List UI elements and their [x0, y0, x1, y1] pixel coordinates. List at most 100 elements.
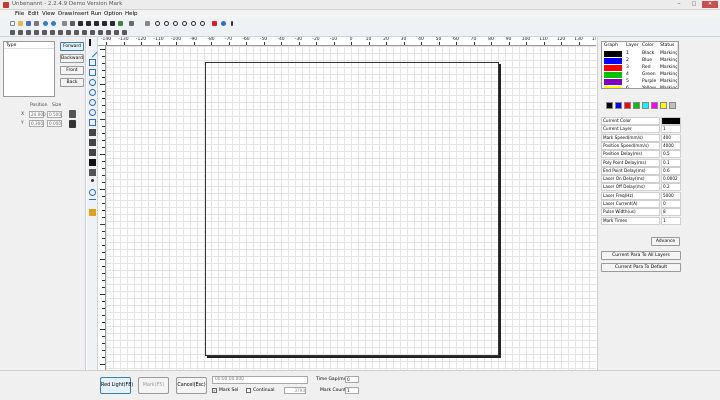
arc-icon[interactable] — [89, 99, 96, 106]
text-icon[interactable] — [89, 129, 96, 136]
align-right-icon[interactable] — [18, 30, 23, 35]
print-icon[interactable] — [34, 21, 39, 26]
palette-swatch[interactable] — [660, 102, 667, 109]
palette-swatch[interactable] — [651, 102, 658, 109]
dot-icon[interactable] — [91, 179, 94, 182]
apply-icon[interactable] — [69, 120, 76, 128]
cancel-button[interactable]: Cancel(Esc) — [176, 377, 207, 394]
qrcode-icon[interactable] — [89, 169, 96, 176]
zoom-in-icon[interactable] — [164, 21, 169, 26]
menu-option[interactable]: Option — [104, 11, 122, 17]
layer-scrollbar[interactable] — [677, 42, 678, 88]
select-pointer-icon[interactable] — [89, 39, 96, 46]
zoom-icon[interactable] — [155, 21, 160, 26]
zoom-select-icon[interactable] — [200, 21, 205, 26]
align-center-v-icon[interactable] — [50, 30, 55, 35]
time-gap-input[interactable]: 0 — [345, 376, 359, 383]
parameter-value[interactable]: 0 — [661, 200, 681, 208]
same-height-icon[interactable] — [90, 30, 95, 35]
minimize-button[interactable]: ‒ — [672, 1, 686, 8]
ellipse-icon[interactable] — [89, 89, 96, 96]
parameter-value[interactable]: 0.1 — [661, 158, 681, 167]
drawing-canvas[interactable] — [106, 46, 596, 370]
break-icon[interactable] — [110, 21, 115, 26]
align-bottom-icon[interactable] — [34, 30, 39, 35]
palette-swatch[interactable] — [633, 102, 640, 109]
curve-icon[interactable] — [89, 119, 96, 126]
menu-file[interactable]: File — [15, 11, 24, 17]
zoom-all-icon[interactable] — [191, 21, 196, 26]
align-left-icon[interactable] — [10, 30, 15, 35]
hatch-icon[interactable] — [129, 21, 134, 26]
object-list[interactable]: Type — [3, 41, 55, 97]
red-light-button[interactable]: Red Light(F8) — [100, 377, 133, 394]
advance-button[interactable]: Advance — [651, 237, 680, 246]
menu-run[interactable]: Run — [91, 11, 102, 17]
layer-table[interactable]: Graph Layer Color Status 1 Black Marking 2 B… — [601, 41, 679, 89]
same-size-icon[interactable] — [98, 30, 103, 35]
x-size-input[interactable]: 0.500 — [47, 111, 62, 118]
part-count-input[interactable]: 3793 — [284, 387, 306, 394]
menu-edit[interactable]: Edit — [28, 11, 39, 17]
combine-icon[interactable] — [102, 21, 107, 26]
align-top-icon[interactable] — [26, 30, 31, 35]
image-icon[interactable] — [89, 139, 96, 146]
grid-icon[interactable] — [145, 21, 150, 26]
vector-file-icon[interactable] — [89, 149, 96, 156]
back-button[interactable]: Back — [60, 78, 84, 87]
align-center-icon[interactable] — [58, 30, 63, 35]
ungroup-icon[interactable] — [94, 21, 99, 26]
distribute-h-icon[interactable] — [66, 30, 71, 35]
menu-insert[interactable]: Insert — [73, 11, 89, 17]
menu-view[interactable]: View — [42, 11, 55, 17]
measure-icon[interactable] — [89, 199, 96, 206]
save-icon[interactable] — [26, 21, 31, 26]
distribute-v-icon[interactable] — [74, 30, 79, 35]
timer-icon[interactable] — [89, 189, 96, 196]
undo-icon[interactable] — [43, 21, 48, 26]
same-width-icon[interactable] — [82, 30, 87, 35]
parameter-value[interactable]: 0.5 — [661, 150, 681, 159]
parameter-value[interactable]: 4000 — [661, 141, 681, 150]
parameter-value[interactable]: 1 — [661, 125, 681, 134]
circle-icon[interactable] — [89, 79, 96, 86]
output-port-icon[interactable] — [89, 209, 96, 216]
palette-swatch[interactable] — [624, 102, 631, 109]
cut-icon[interactable] — [62, 21, 67, 26]
parameter-value[interactable]: 1 — [661, 216, 681, 225]
line-icon[interactable] — [87, 47, 98, 58]
forward-button[interactable]: Forward — [60, 42, 84, 51]
parameter-value[interactable]: 0.0002 — [661, 175, 681, 184]
mark-count-input[interactable]: 1 — [345, 387, 359, 394]
polygon-icon[interactable] — [89, 109, 96, 116]
rotate-icon[interactable] — [122, 30, 127, 35]
copy-icon[interactable] — [70, 21, 75, 26]
palette-swatch[interactable] — [642, 102, 649, 109]
y-position-input[interactable]: 0.300 — [29, 120, 44, 127]
para-to-default-button[interactable]: Current Para To Default — [601, 263, 681, 272]
parameter-value[interactable]: 0.6 — [661, 166, 681, 175]
help-icon[interactable] — [231, 21, 233, 26]
mirror-h-icon[interactable] — [106, 30, 111, 35]
front-button[interactable]: Front — [60, 66, 84, 75]
parameter-value[interactable]: 5000 — [661, 191, 681, 200]
align-center-h-icon[interactable] — [42, 30, 47, 35]
backward-button[interactable]: Backward — [60, 54, 84, 63]
red-light-icon[interactable] — [212, 21, 217, 26]
zoom-out-icon[interactable] — [173, 21, 178, 26]
redo-icon[interactable] — [51, 21, 56, 26]
continual-checkbox[interactable] — [246, 388, 251, 393]
mark-button[interactable]: Mark(F5) — [138, 377, 169, 394]
paste-icon[interactable] — [78, 21, 83, 26]
maximize-button[interactable]: □ — [687, 1, 701, 8]
parameter-value[interactable]: 8 — [661, 208, 681, 217]
layer-row[interactable]: 6 Yellow Marking — [602, 85, 678, 88]
rectangle-icon[interactable] — [89, 59, 96, 66]
mark-sel-checkbox[interactable]: ✓ — [212, 388, 217, 393]
open-folder-icon[interactable] — [18, 21, 23, 26]
parameter-value[interactable] — [661, 117, 681, 125]
group-icon[interactable] — [86, 21, 91, 26]
close-button[interactable]: ✕ — [702, 1, 718, 8]
node-edit-icon[interactable] — [118, 21, 123, 26]
palette-swatch[interactable] — [669, 102, 676, 109]
